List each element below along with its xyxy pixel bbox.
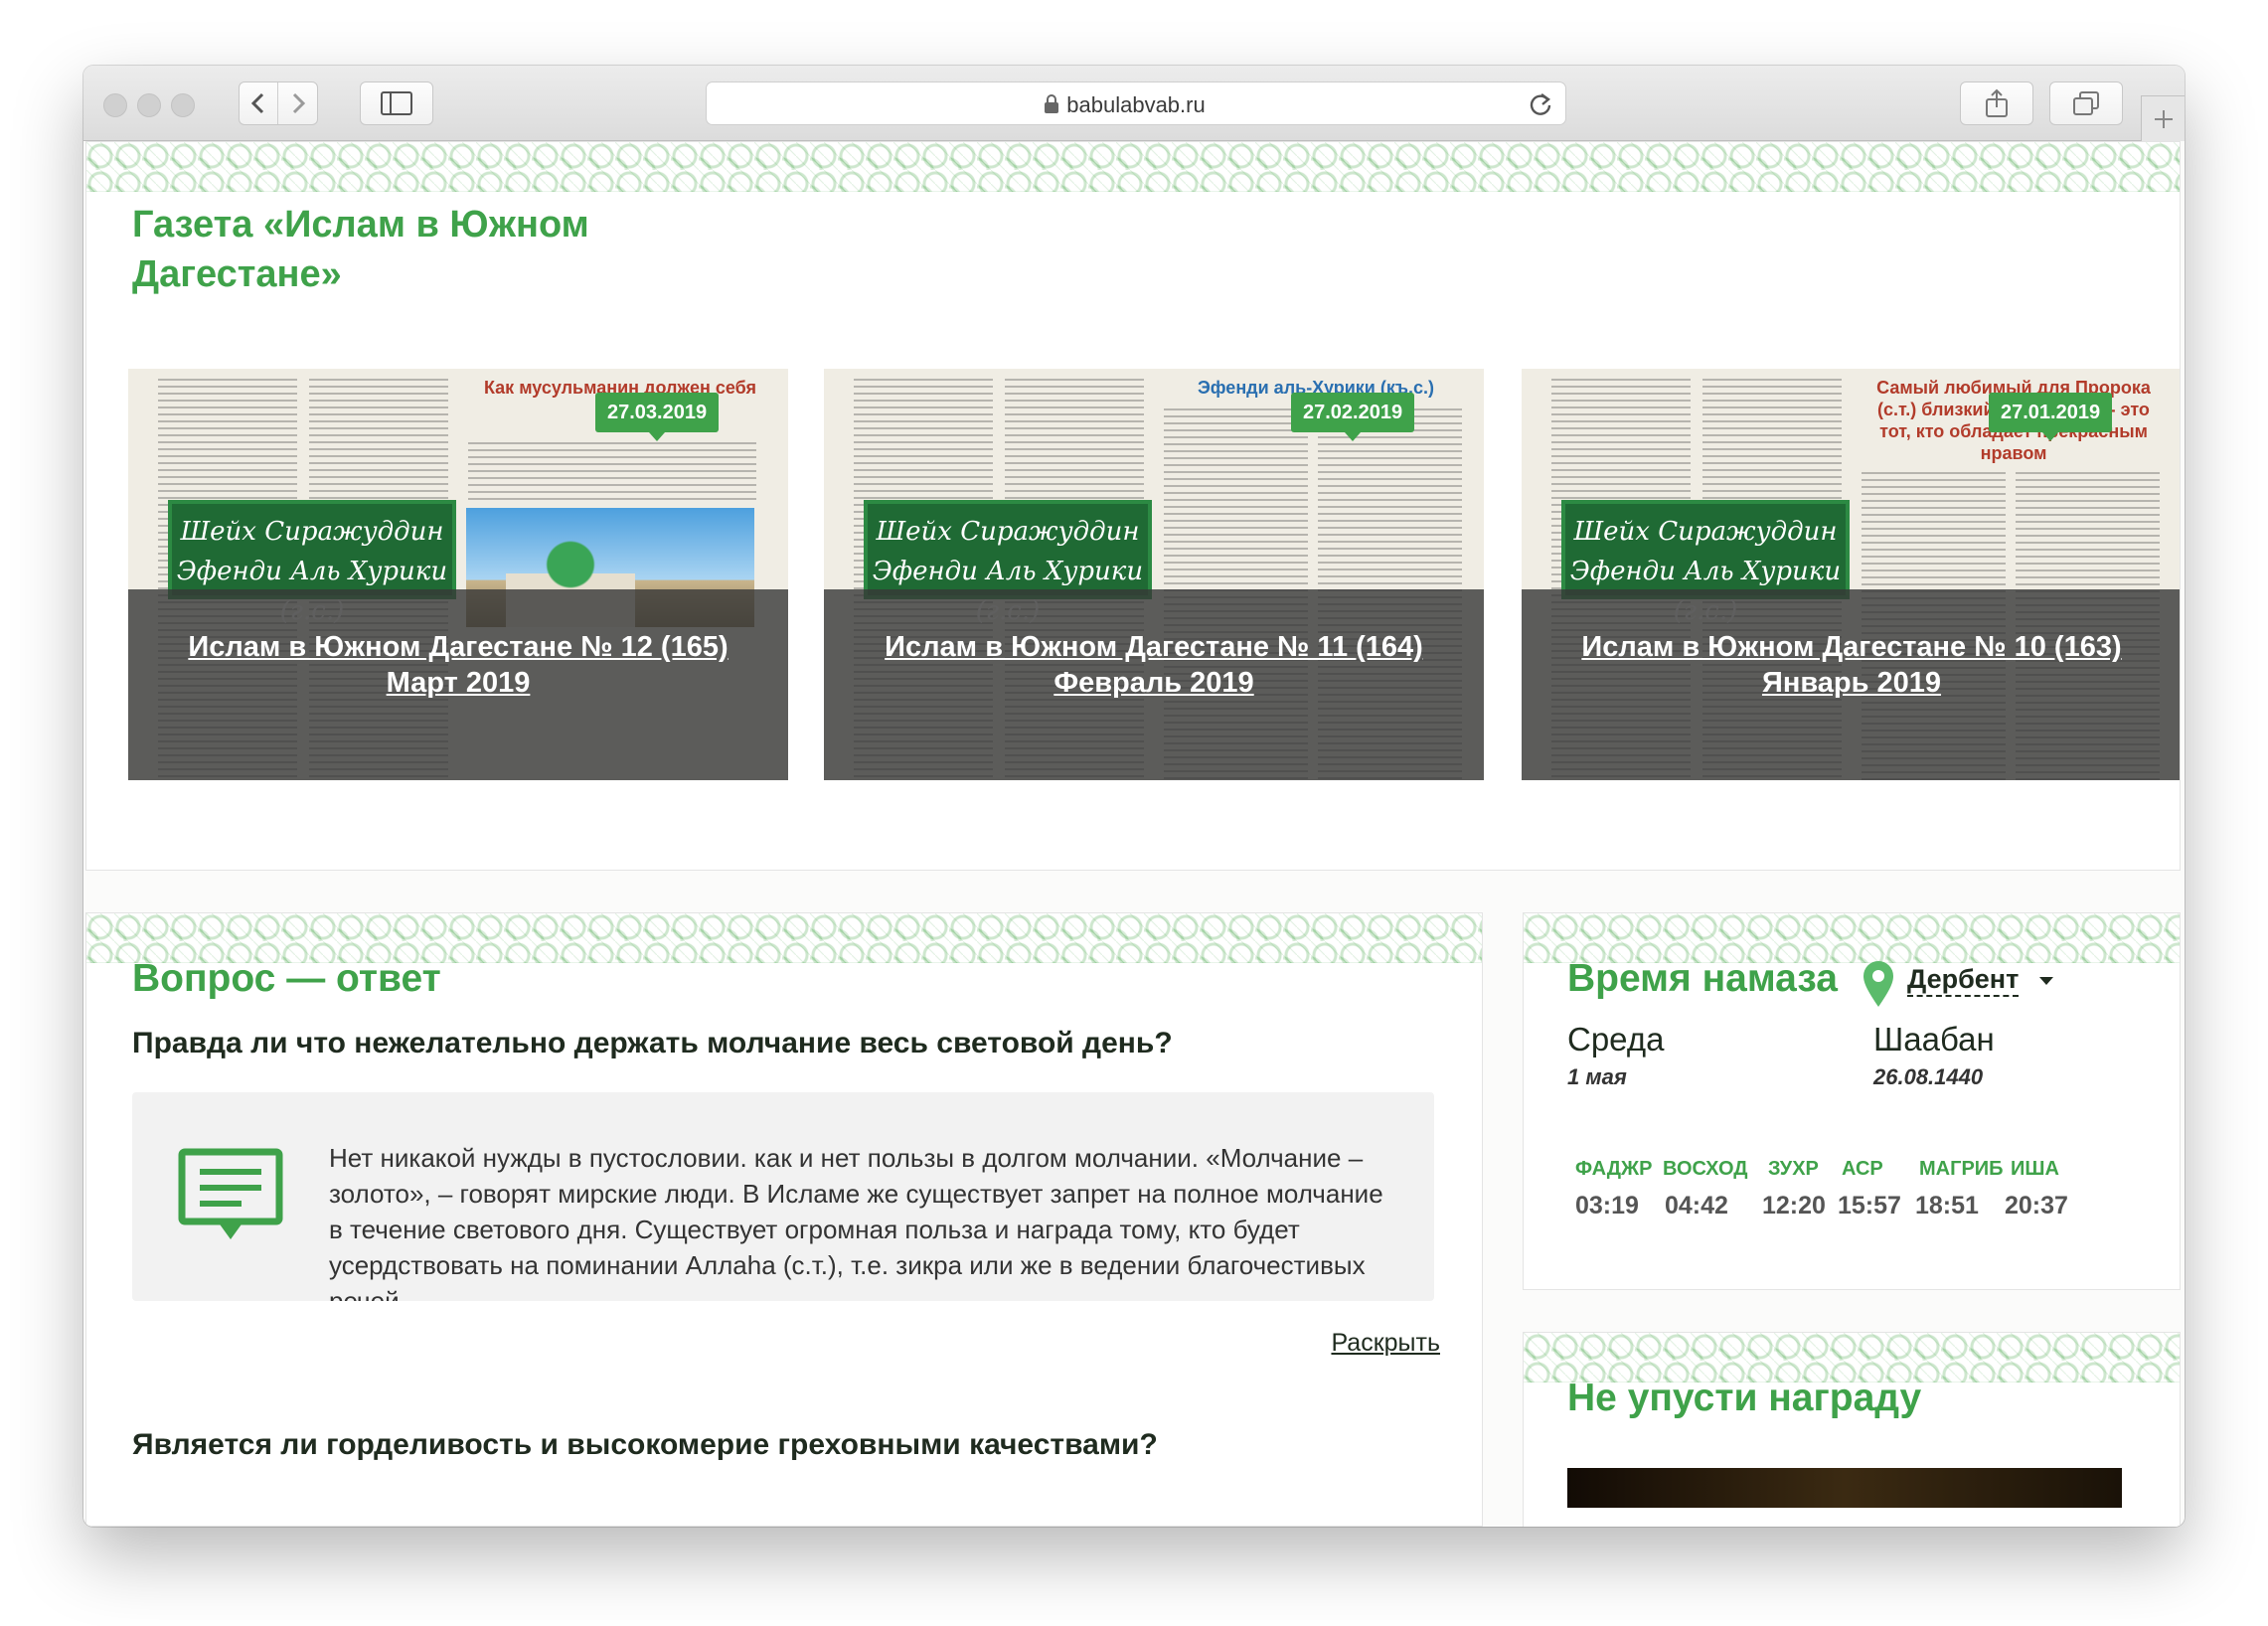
sidebar-icon bbox=[381, 91, 412, 115]
question-title[interactable]: Правда ли что нежелательно держать молча… bbox=[132, 1027, 1173, 1060]
ornament-border bbox=[86, 142, 2180, 192]
date-badge: 27.03.2019 bbox=[595, 393, 720, 441]
chevron-down-icon[interactable] bbox=[2039, 977, 2053, 985]
issue-card[interactable]: Как мусульманин должен себя вести Шейх С… bbox=[128, 369, 788, 780]
issue-banner: Шейх Сиражуддин Эфенди Аль Хурики (г.с.) bbox=[1561, 500, 1850, 626]
page-viewport: Газета «Ислам в Южном Дагестане» Как мус… bbox=[83, 141, 2185, 1527]
issue-caption-month: Март 2019 bbox=[386, 667, 531, 699]
issue-banner: Шейх Сиражуддин Эфенди Аль Хурики (г.с.) bbox=[168, 500, 456, 626]
issue-caption[interactable]: Ислам в Южном Дагестане № 11 (164) Февра… bbox=[824, 629, 1484, 701]
location-pin-icon bbox=[1863, 961, 1893, 1007]
zoom-window-button[interactable] bbox=[171, 93, 195, 117]
back-icon[interactable] bbox=[239, 82, 278, 124]
ornament-border bbox=[86, 913, 1482, 963]
qa-title: Вопрос — ответ bbox=[132, 957, 441, 1000]
answer-text: Нет никакой нужды в пустословии. как и н… bbox=[329, 1143, 1383, 1301]
prayer-title: Время намаза bbox=[1567, 957, 1838, 1000]
prayer-name: ВОСХОД bbox=[1663, 1158, 1748, 1180]
tabs-icon bbox=[2073, 91, 2099, 115]
prayer-name: АСР bbox=[1842, 1158, 1883, 1180]
hijri-month: Шаабан bbox=[1873, 1021, 1995, 1057]
reward-section: Не упусти награду bbox=[1523, 1332, 2181, 1527]
url-text: babulabvab.ru bbox=[1066, 92, 1206, 117]
prayer-time: 15:57 bbox=[1838, 1192, 1901, 1220]
issue-caption-title: Ислам в Южном Дагестане № 11 (164) bbox=[885, 631, 1423, 663]
gregorian-date: 1 мая bbox=[1567, 1064, 1627, 1089]
date-badge: 27.01.2019 bbox=[1989, 393, 2113, 441]
browser-window: babulabvab.ru Газета «Ислам в Южном Даге… bbox=[83, 66, 2185, 1527]
prayer-time: 18:51 bbox=[1915, 1192, 1979, 1220]
ornament-border bbox=[1524, 913, 2180, 963]
prayer-time: 20:37 bbox=[2005, 1192, 2068, 1220]
plus-icon bbox=[2154, 109, 2173, 128]
address-bar[interactable]: babulabvab.ru bbox=[706, 81, 1566, 125]
share-icon bbox=[1986, 88, 2008, 117]
hijri-date: 26.08.1440 bbox=[1873, 1064, 1984, 1089]
date-badge: 27.02.2019 bbox=[1291, 393, 1415, 441]
close-window-button[interactable] bbox=[103, 93, 127, 117]
issue-caption[interactable]: Ислам в Южном Дагестане № 10 (163) Январ… bbox=[1522, 629, 2180, 701]
prayer-time: 12:20 bbox=[1762, 1192, 1826, 1220]
issue-caption-month: Февраль 2019 bbox=[1053, 667, 1254, 699]
city-selector[interactable]: Дербент bbox=[1907, 963, 2020, 997]
question-title[interactable]: Является ли горделивость и высокомерие г… bbox=[132, 1428, 1158, 1462]
forward-icon[interactable] bbox=[278, 82, 318, 124]
prayer-name: ИША bbox=[2011, 1158, 2059, 1180]
browser-toolbar: babulabvab.ru bbox=[83, 66, 2185, 141]
issue-card[interactable]: Самый любимый для Пророка (с.т.) близкий… bbox=[1522, 369, 2180, 780]
weekday: Среда bbox=[1567, 1021, 1665, 1057]
minimize-window-button[interactable] bbox=[137, 93, 161, 117]
qa-section: Вопрос — ответ Правда ли что нежелательн… bbox=[85, 912, 1483, 1527]
new-tab-button[interactable] bbox=[2141, 95, 2185, 141]
newspaper-section: Газета «Ислам в Южном Дагестане» Как мус… bbox=[85, 141, 2181, 871]
issue-caption-month: Январь 2019 bbox=[1761, 667, 1942, 699]
issue-caption-title: Ислам в Южном Дагестане № 10 (163) bbox=[1581, 631, 2122, 663]
prayer-times-section: Время намаза Дербент Среда 1 мая Шаабан … bbox=[1523, 912, 2181, 1290]
back-forward-group bbox=[239, 81, 318, 125]
prayer-time: 04:42 bbox=[1665, 1192, 1728, 1220]
issue-banner: Шейх Сиражуддин Эфенди Аль Хурики (г.с.) bbox=[864, 500, 1152, 626]
prayer-name: ФАДЖР bbox=[1575, 1158, 1653, 1180]
reward-image[interactable] bbox=[1567, 1468, 2122, 1508]
message-icon bbox=[178, 1148, 283, 1239]
issue-caption[interactable]: Ислам в Южном Дагестане № 12 (165) Март … bbox=[128, 629, 788, 701]
sidebar-button[interactable] bbox=[360, 81, 433, 125]
ornament-border bbox=[1524, 1333, 2180, 1382]
prayer-name: ЗУХР bbox=[1768, 1158, 1819, 1180]
prayer-name: МАГРИБ bbox=[1919, 1158, 2004, 1180]
tabs-overview-button[interactable] bbox=[2049, 81, 2123, 125]
issue-card[interactable]: Эфенди аль-Хурики (къ.с.) Шейх Сиражудди… bbox=[824, 369, 1484, 780]
issue-caption-title: Ислам в Южном Дагестане № 12 (165) bbox=[188, 631, 729, 663]
prayer-time: 03:19 bbox=[1575, 1192, 1639, 1220]
reward-title: Не упусти награду bbox=[1567, 1377, 1922, 1419]
newspaper-title: Газета «Ислам в Южном Дагестане» bbox=[132, 204, 589, 295]
reload-icon[interactable] bbox=[1528, 91, 1553, 117]
share-button[interactable] bbox=[1960, 81, 2033, 125]
expand-link[interactable]: Раскрыть bbox=[1331, 1329, 1440, 1358]
answer-box: Нет никакой нужды в пустословии. как и н… bbox=[132, 1092, 1434, 1301]
